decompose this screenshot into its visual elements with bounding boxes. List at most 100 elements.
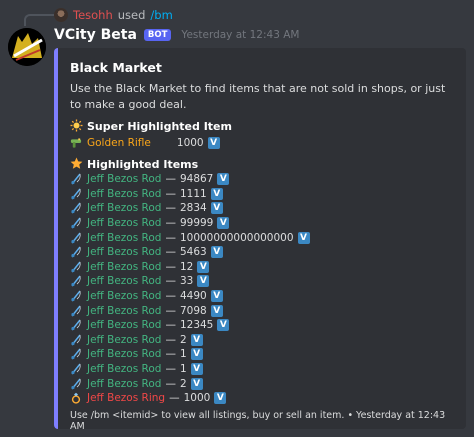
highlighted-heading: Highlighted Items <box>70 157 454 172</box>
item-row: Jeff Bezos Rod —94867 V <box>70 172 454 187</box>
item-price: 1 <box>179 363 187 376</box>
item-price: 1000 <box>183 392 211 405</box>
item-separator: — <box>165 363 176 376</box>
fishing-rod-icon <box>70 348 82 360</box>
fishing-rod-icon <box>70 202 82 214</box>
v-currency-badge: V <box>197 260 210 273</box>
item-name: Jeff Bezos Rod <box>87 348 162 361</box>
item-price: 94867 <box>179 173 214 186</box>
item-separator: — <box>165 246 176 259</box>
v-currency-badge: V <box>217 319 230 332</box>
item-row: Jeff Bezos Rod —12345 V <box>70 318 454 333</box>
fishing-rod-icon <box>70 188 82 200</box>
super-item-row: Golden Rifle 1000 V <box>70 135 454 151</box>
item-separator: — <box>165 348 176 361</box>
item-name: Jeff Bezos Rod <box>87 173 162 186</box>
highlighted-title: Highlighted Items <box>87 158 199 171</box>
message-header: VCity Beta BOT Yesterday at 12:43 AM <box>54 27 299 43</box>
fishing-rod-icon <box>70 319 82 331</box>
water-pistol-icon <box>70 137 82 149</box>
reply-connector <box>24 14 54 26</box>
fishing-rod-icon <box>70 232 82 244</box>
item-name: Jeff Bezos Rod <box>87 377 162 390</box>
reply-used-label: used <box>117 8 146 22</box>
item-price: 7098 <box>179 304 207 317</box>
embed-description: Use the Black Market to find items that … <box>70 82 446 111</box>
fishing-rod-icon <box>70 173 82 185</box>
reply-username[interactable]: Tesohh <box>73 8 113 22</box>
item-separator: — <box>165 333 176 346</box>
item-separator: — <box>165 173 176 186</box>
fishing-rod-icon <box>70 275 82 287</box>
item-price: 2834 <box>179 202 207 215</box>
item-separator: — <box>165 217 176 230</box>
super-highlighted-title: Super Highlighted Item <box>87 120 232 133</box>
item-name: Jeff Bezos Rod <box>87 231 162 244</box>
item-price: 12 <box>179 260 194 273</box>
item-row: Jeff Bezos Rod —12 V <box>70 260 454 275</box>
item-separator: — <box>165 275 176 288</box>
item-separator: — <box>165 202 176 215</box>
item-row: Jeff Bezos Rod —33 V <box>70 274 454 289</box>
item-row: Jeff Bezos Rod —2 V <box>70 376 454 391</box>
v-currency-badge: V <box>210 202 223 215</box>
v-currency-badge: V <box>297 231 310 244</box>
v-currency-badge: V <box>207 137 220 149</box>
item-price: 2 <box>179 333 187 346</box>
item-price: 99999 <box>179 217 214 230</box>
super-highlighted-heading: Super Highlighted Item <box>70 119 454 134</box>
item-row: Jeff Bezos Rod —10000000000000000 V <box>70 230 454 245</box>
black-market-embed: Black Market Use the Black Market to fin… <box>54 48 466 432</box>
item-name: Jeff Bezos Rod <box>87 260 162 273</box>
fishing-rod-icon <box>70 305 82 317</box>
item-row: Jeff Bezos Rod —2834 V <box>70 201 454 216</box>
item-separator: — <box>165 377 176 390</box>
item-separator: — <box>165 231 176 244</box>
item-price: 5463 <box>179 246 207 259</box>
v-currency-badge: V <box>217 217 230 230</box>
v-currency-badge: V <box>190 333 203 346</box>
star-icon <box>70 157 83 173</box>
v-currency-badge: V <box>210 304 223 317</box>
item-row: Jeff Bezos Rod —1 V <box>70 347 454 362</box>
ring-icon <box>70 392 82 404</box>
item-name: Jeff Bezos Rod <box>87 202 162 215</box>
item-row: Jeff Bezos Rod —99999 V <box>70 216 454 231</box>
item-name: Jeff Bezos Rod <box>87 187 162 200</box>
item-name: Jeff Bezos Rod <box>87 319 162 332</box>
fishing-rod-icon <box>70 334 82 346</box>
v-currency-badge: V <box>190 377 203 390</box>
item-name: Jeff Bezos Rod <box>87 246 162 259</box>
message-timestamp[interactable]: Yesterday at 12:43 AM <box>181 29 299 41</box>
embed-footer: Use /bm <itemid> to view all listings, b… <box>70 409 446 432</box>
item-price: 12345 <box>179 319 214 332</box>
item-price: 33 <box>179 275 194 288</box>
item-separator: — <box>165 319 176 332</box>
embed-title: Black Market <box>70 60 162 75</box>
reply-header: Tesohh used /bm <box>54 6 173 24</box>
item-row: Jeff Bezos Rod —1111 V <box>70 187 454 202</box>
item-row: Jeff Bezos Rod —2 V <box>70 333 454 348</box>
v-currency-badge: V <box>210 187 223 200</box>
item-price: 1 <box>179 348 187 361</box>
reply-avatar[interactable] <box>54 8 68 22</box>
fishing-rod-icon <box>70 261 82 273</box>
reply-command[interactable]: /bm <box>150 8 172 22</box>
item-name: Jeff Bezos Rod <box>87 304 162 317</box>
item-price: 1111 <box>179 187 207 200</box>
item-row: Jeff Bezos Rod —4490 V <box>70 289 454 304</box>
super-item-price: 1000 <box>176 137 204 149</box>
bot-avatar[interactable] <box>8 28 46 66</box>
sun-icon <box>70 119 83 135</box>
item-separator: — <box>165 260 176 273</box>
v-currency-badge: V <box>190 363 203 376</box>
item-separator: — <box>165 187 176 200</box>
item-name: Jeff Bezos Ring <box>87 392 166 405</box>
fishing-rod-icon <box>70 363 82 375</box>
item-separator: — <box>165 290 176 303</box>
v-currency-badge: V <box>190 348 203 361</box>
bot-username[interactable]: VCity Beta <box>54 27 137 43</box>
item-price: 4490 <box>179 290 207 303</box>
item-separator: — <box>165 304 176 317</box>
v-currency-badge: V <box>217 173 230 186</box>
